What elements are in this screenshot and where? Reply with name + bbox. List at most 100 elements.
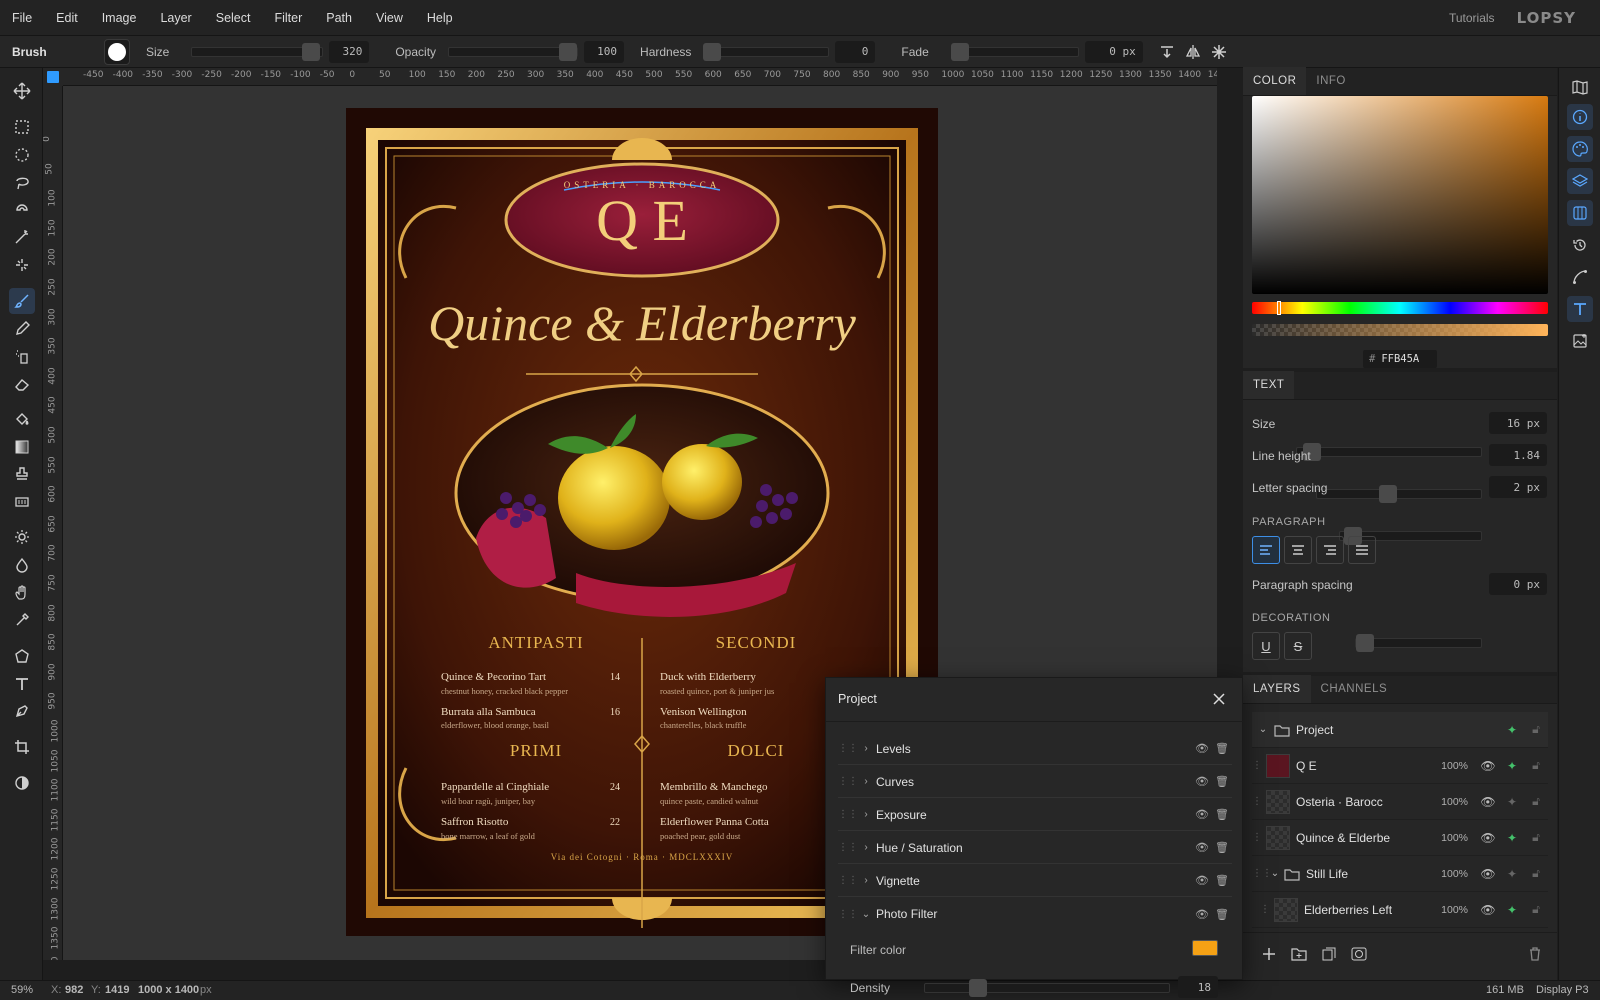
horizontal-ruler[interactable]: -450 -400 -350 -300 -250 -200 -150 -100 -50 0 50 10… <box>63 68 1217 86</box>
paths-icon[interactable] <box>1567 264 1593 290</box>
align-left-button[interactable] <box>1252 536 1280 564</box>
fx-icon[interactable]: ✦ <box>1500 759 1524 773</box>
menu-image[interactable]: Image <box>90 11 149 25</box>
image-adjust-icon[interactable] <box>1567 328 1593 354</box>
drag-handle-icon[interactable]: ⋮⋮ <box>838 909 858 920</box>
adjustment-levels[interactable]: ⋮⋮ › Levels 👁︎ 🗑︎ <box>838 733 1232 765</box>
spray-icon[interactable] <box>9 343 35 369</box>
rect-select-icon[interactable] <box>9 114 35 140</box>
tab-channels[interactable]: CHANNELS <box>1311 675 1398 703</box>
align-justify-button[interactable] <box>1348 536 1376 564</box>
magnetic-lasso-icon[interactable] <box>9 197 35 223</box>
lock-icon[interactable]: 🔓︎ <box>1524 722 1548 737</box>
eye-icon[interactable]: 👁︎ <box>1476 867 1500 881</box>
eye-icon[interactable]: 👁︎ <box>1192 874 1212 887</box>
fade-slider[interactable] <box>950 42 1079 61</box>
layer-opacity[interactable]: 100% <box>1428 796 1468 808</box>
layer-opacity[interactable]: 100% <box>1428 904 1468 916</box>
close-icon[interactable] <box>1212 692 1226 706</box>
symmetry-mirror-icon[interactable] <box>1185 44 1201 60</box>
fx-icon[interactable]: ✦ <box>1500 903 1524 917</box>
size-value[interactable]: 320 <box>329 40 370 63</box>
gradient-icon[interactable] <box>9 434 35 460</box>
drag-handle-icon[interactable]: ⋮⋮ <box>838 875 858 886</box>
drag-handle-icon[interactable]: ⋮⋮ <box>838 842 858 853</box>
clone-stamp-icon[interactable] <box>9 461 35 487</box>
chevron-right-icon[interactable]: › <box>856 776 876 787</box>
trash-icon[interactable]: 🗑︎ <box>1212 908 1232 921</box>
hardness-value[interactable]: 0 <box>835 40 876 63</box>
new-group-icon[interactable] <box>1291 946 1307 962</box>
menu-path[interactable]: Path <box>314 11 364 25</box>
eye-icon[interactable]: 👁︎ <box>1192 742 1212 755</box>
eye-icon[interactable]: 👁︎ <box>1192 775 1212 788</box>
paragraph-spacing-value[interactable]: 0 px <box>1489 573 1547 595</box>
menu-view[interactable]: View <box>364 11 415 25</box>
layer-group-still-life[interactable]: ⋮⋮ ⌄ Still Life 100% 👁︎ ✦ 🔓︎ <box>1252 856 1548 892</box>
menu-filter[interactable]: Filter <box>262 11 314 25</box>
pencil-icon[interactable] <box>9 316 35 342</box>
chevron-right-icon[interactable]: › <box>856 875 876 886</box>
info-icon[interactable] <box>1567 104 1593 130</box>
tutorials-link[interactable]: Tutorials <box>1449 11 1495 25</box>
blur-drop-icon[interactable] <box>9 552 35 578</box>
tab-text[interactable]: TEXT <box>1243 371 1295 399</box>
layer-opacity[interactable]: 100% <box>1428 760 1468 772</box>
eye-icon[interactable]: 👁︎ <box>1476 903 1500 917</box>
channels-icon[interactable] <box>1567 200 1593 226</box>
pen-tool-icon[interactable] <box>9 698 35 724</box>
text-size-slider[interactable] <box>1296 443 1482 461</box>
ellipse-select-icon[interactable] <box>9 142 35 168</box>
lock-icon[interactable]: 🔓︎ <box>1524 758 1548 773</box>
chevron-right-icon[interactable]: › <box>856 809 876 820</box>
density-slider[interactable] <box>924 979 1170 997</box>
brush-preset-picker[interactable] <box>104 38 130 65</box>
fx-icon[interactable]: ✦ <box>1500 795 1524 809</box>
opacity-value[interactable]: 100 <box>584 40 625 63</box>
layer-group-project[interactable]: ⌄ Project ✦ 🔓︎ <box>1252 712 1548 748</box>
lasso-icon[interactable] <box>9 169 35 195</box>
line-height-value[interactable]: 1.84 <box>1489 444 1547 466</box>
letter-spacing-value[interactable]: 2 px <box>1489 476 1547 498</box>
paint-bucket-icon[interactable] <box>9 406 35 432</box>
paragraph-spacing-slider[interactable] <box>1355 634 1482 652</box>
eye-icon[interactable]: 👁︎ <box>1192 841 1212 854</box>
hand-icon[interactable] <box>9 580 35 606</box>
magic-wand-icon[interactable] <box>9 224 35 250</box>
hardness-slider[interactable] <box>703 42 830 61</box>
fx-icon[interactable]: ✦ <box>1500 831 1524 845</box>
eye-icon[interactable]: 👁︎ <box>1476 795 1500 809</box>
navigator-icon[interactable] <box>1567 74 1593 100</box>
adjustment-exposure[interactable]: ⋮⋮ › Exposure 👁︎ 🗑︎ <box>838 799 1232 831</box>
drag-handle-icon[interactable]: ⋮⋮ <box>1260 904 1280 915</box>
underline-button[interactable]: U <box>1252 632 1280 660</box>
layers-icon[interactable] <box>1567 168 1593 194</box>
quick-select-icon[interactable] <box>9 252 35 278</box>
fx-icon[interactable]: ✦ <box>1500 723 1524 737</box>
trash-icon[interactable]: 🗑︎ <box>1212 775 1232 788</box>
chevron-down-icon[interactable]: ⌄ <box>856 909 876 920</box>
hue-slider[interactable] <box>1252 301 1548 315</box>
size-slider[interactable] <box>191 42 324 61</box>
drag-handle-icon[interactable]: ⋮⋮ <box>1252 760 1272 771</box>
alpha-slider[interactable] <box>1252 324 1548 336</box>
contrast-icon[interactable] <box>9 770 35 796</box>
move-tool-icon[interactable] <box>9 78 35 104</box>
tab-info[interactable]: INFO <box>1306 67 1355 95</box>
strikethrough-button[interactable]: S <box>1284 632 1312 660</box>
layer-row[interactable]: ⋮⋮ Elderberries Left 100% 👁︎ ✦ 🔓︎ <box>1252 892 1548 928</box>
tab-color[interactable]: COLOR <box>1243 67 1307 95</box>
trash-icon[interactable]: 🗑︎ <box>1212 841 1232 854</box>
hex-input[interactable]: # FFB45A <box>1363 350 1437 368</box>
ruler-corner[interactable] <box>43 68 63 86</box>
adjustment-curves[interactable]: ⋮⋮ › Curves 👁︎ 🗑︎ <box>838 766 1232 798</box>
chevron-down-icon[interactable]: ⌄ <box>1266 868 1284 879</box>
delete-layer-icon[interactable] <box>1527 946 1543 962</box>
eye-icon[interactable]: 👁︎ <box>1192 808 1212 821</box>
mask-icon[interactable] <box>1351 946 1367 962</box>
zoom-level[interactable]: 59% <box>11 984 33 996</box>
dodge-icon[interactable] <box>9 524 35 550</box>
type-tool-icon[interactable] <box>9 671 35 697</box>
layer-row[interactable]: ⋮⋮ Osteria · Barocc 100% 👁︎ ✦ 🔓︎ <box>1252 784 1548 820</box>
layer-row[interactable]: ⋮⋮ Q E 100% 👁︎ ✦ 🔓︎ <box>1252 748 1548 784</box>
